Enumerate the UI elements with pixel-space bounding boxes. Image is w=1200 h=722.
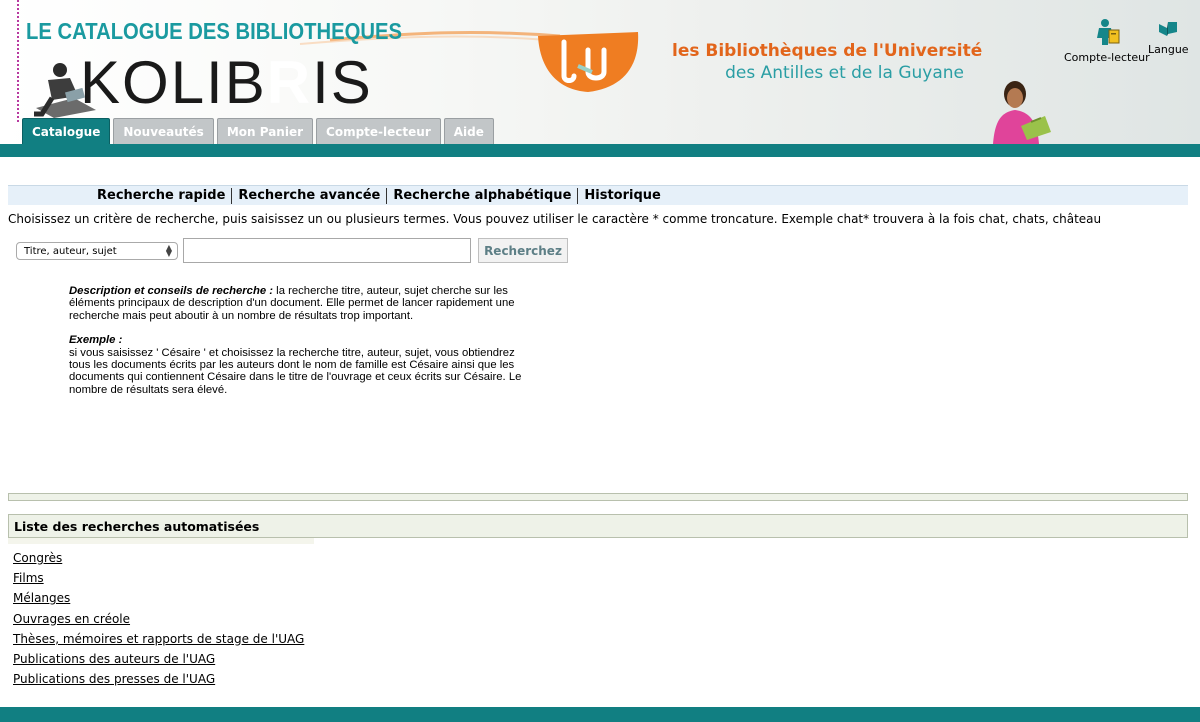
dotted-divider (17, 0, 19, 122)
list-item: Ouvrages en créole (13, 612, 304, 632)
list-item: Mélanges (13, 591, 304, 611)
header-teal-bar (0, 144, 1200, 157)
automated-search-link[interactable]: Congrès (13, 551, 62, 565)
automated-searches-title: Liste des recherches automatisées (8, 514, 1188, 538)
search-input[interactable] (183, 238, 471, 263)
list-item: Congrès (13, 551, 304, 571)
automated-searches-underline (8, 538, 314, 544)
compte-lecteur-icon (1096, 19, 1120, 45)
automated-search-link[interactable]: Publications des presses de l'UAG (13, 672, 215, 686)
main-tabs: Catalogue Nouveautés Mon Panier Compte-l… (22, 118, 494, 144)
tab-compte-lecteur[interactable]: Compte-lecteur (316, 118, 441, 144)
list-item: Thèses, mémoires et rapports de stage de… (13, 632, 304, 652)
logo-text-right: IS (312, 49, 373, 116)
list-item: Publications des auteurs de l'UAG (13, 652, 304, 672)
compte-lecteur-label: Compte-lecteur (1064, 51, 1150, 64)
langue-label: Langue (1148, 43, 1189, 56)
girl-reading-illustration-icon (993, 81, 1051, 144)
tab-catalogue[interactable]: Catalogue (22, 118, 111, 144)
description-lead: Description et conseils de recherche : (69, 285, 274, 297)
logo-text-left: KOLIB (80, 49, 267, 116)
footer-teal-bar (0, 707, 1200, 722)
list-item: Films (13, 571, 304, 591)
automated-search-link[interactable]: Thèses, mémoires et rapports de stage de… (13, 632, 304, 646)
logo-text-r: R (266, 49, 313, 116)
automated-search-link[interactable]: Ouvrages en créole (13, 612, 130, 626)
criteria-selected-value: Titre, auteur, sujet (24, 245, 117, 257)
compte-lecteur-link[interactable]: Compte-lecteur (1064, 18, 1150, 64)
search-criteria-select[interactable]: Titre, auteur, sujet ▲ ▼ (16, 242, 178, 260)
example-paragraph: Exemple : si vous saisissez ' Césaire ' e… (69, 334, 529, 396)
university-name: les Bibliothèques de l'Université des An… (672, 40, 983, 84)
bu-logo-icon (538, 32, 639, 92)
list-item: Publications des presses de l'UAG (13, 672, 304, 692)
section-separator (8, 493, 1188, 501)
automated-search-link[interactable]: Films (13, 571, 44, 585)
select-arrows-icon: ▲ ▼ (165, 243, 172, 258)
university-name-line1: les Bibliothèques de l'Université (672, 41, 983, 61)
search-type-menu: Recherche rapide Recherche avancée Reche… (8, 185, 1188, 205)
automated-searches-list: Congrès Films Mélanges Ouvrages en créol… (13, 551, 304, 692)
menu-recherche-alphabetique[interactable]: Recherche alphabétique (387, 188, 577, 203)
search-instruction: Choisissez un critère de recherche, puis… (8, 212, 1102, 226)
automated-search-link[interactable]: Mélanges (13, 591, 70, 605)
langue-link[interactable]: Langue (1148, 20, 1189, 56)
example-text: si vous saisissez ' Césaire ' et choisis… (69, 346, 522, 396)
menu-historique[interactable]: Historique (578, 188, 666, 203)
tab-mon-panier[interactable]: Mon Panier (216, 118, 314, 144)
university-name-line2: des Antilles et de la Guyane (725, 63, 964, 83)
tab-aide[interactable]: Aide (443, 118, 494, 144)
search-button[interactable]: Recherchez (478, 238, 568, 263)
description-paragraph: Description et conseils de recherche : l… (69, 285, 529, 322)
example-title: Exemple : (69, 334, 123, 347)
menu-recherche-rapide[interactable]: Recherche rapide (91, 188, 231, 203)
menu-recherche-avancee[interactable]: Recherche avancée (232, 188, 386, 203)
catalog-title: LE CATALOGUE DES BIBLIOTHEQUES (26, 18, 402, 44)
langue-flag-icon (1159, 22, 1178, 36)
site-header: LE CATALOGUE DES BIBLIOTHEQUES KOLIBRIS … (0, 0, 1200, 144)
kolibris-logo: KOLIBRIS (80, 49, 373, 118)
tab-nouveautes[interactable]: Nouveautés (113, 118, 214, 144)
automated-search-link[interactable]: Publications des auteurs de l'UAG (13, 652, 215, 666)
search-description: Description et conseils de recherche : l… (69, 285, 529, 408)
reader-illustration-icon (34, 63, 96, 118)
